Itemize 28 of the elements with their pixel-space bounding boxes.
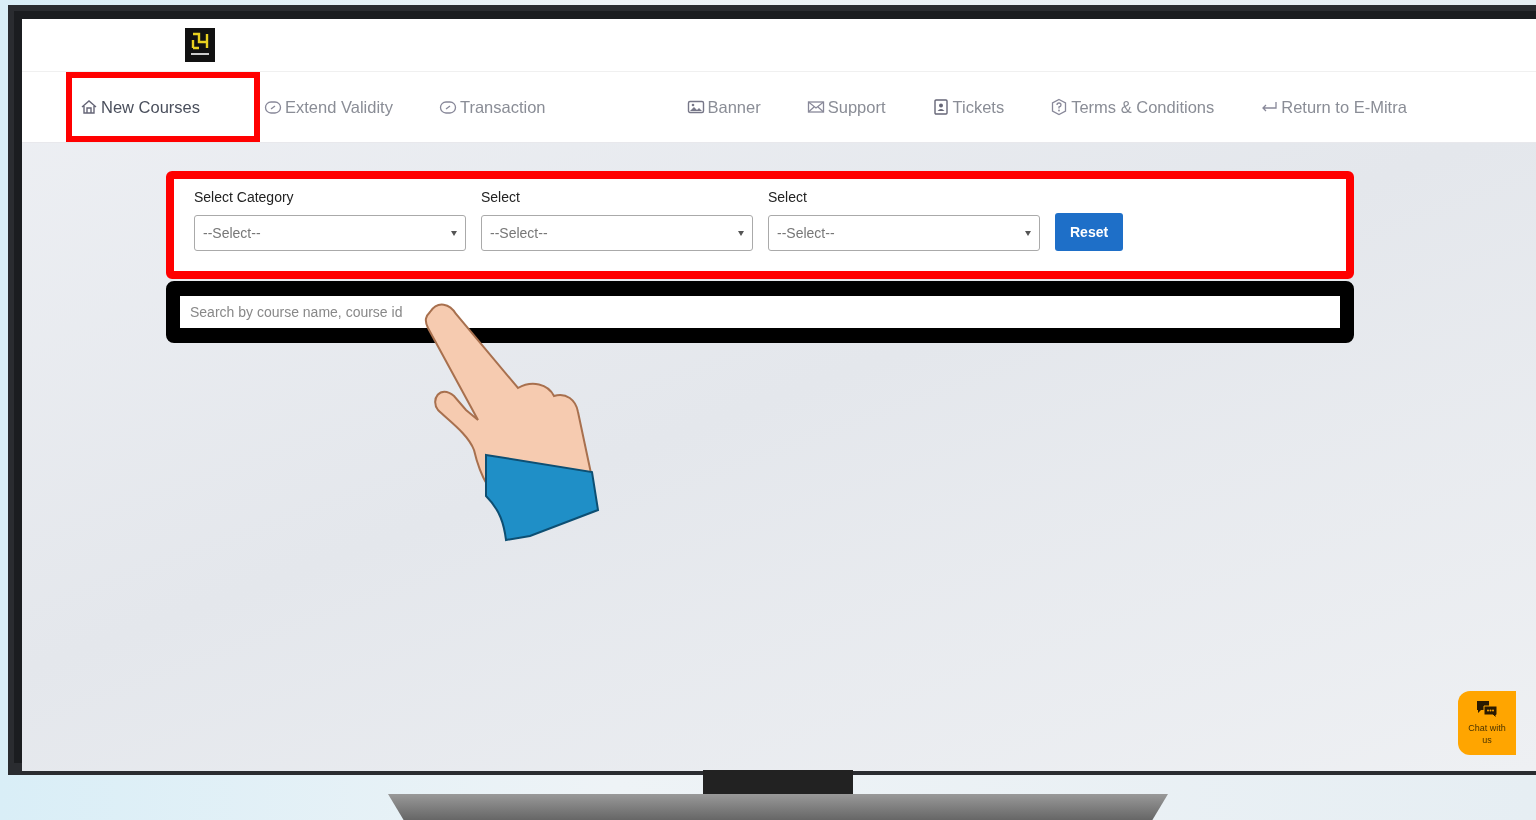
caret-icon	[738, 230, 744, 236]
nav-tab[interactable]: Support	[792, 72, 900, 142]
nav-tab[interactable]: Return to E-Mitra	[1246, 72, 1421, 142]
logo-icon	[185, 28, 215, 62]
chat-button[interactable]: Chat with us	[1458, 691, 1516, 755]
home-icon	[80, 98, 98, 116]
help-icon	[1050, 98, 1069, 116]
caret-icon	[451, 230, 457, 236]
nav-tab[interactable]: Terms & Conditions	[1036, 72, 1229, 142]
search-field[interactable]: Search by course name, course id	[180, 296, 1340, 328]
envelope-icon	[806, 98, 825, 116]
caret-icon	[1025, 230, 1031, 236]
image-icon	[686, 98, 705, 116]
field-label: Select	[768, 189, 808, 205]
nav-tab[interactable]: Tickets	[917, 72, 1019, 142]
chat-bubbles-icon	[1476, 700, 1498, 720]
reset-button[interactable]: Reset	[1055, 213, 1124, 251]
nav-tab[interactable]: Banner	[672, 72, 775, 142]
select-dropdown[interactable]: --Select--	[481, 215, 753, 251]
field-label: Select	[481, 189, 521, 205]
select-dropdown[interactable]: --Select--	[768, 215, 1040, 251]
field-label: Select Category	[194, 189, 295, 205]
gauge-icon	[264, 98, 282, 116]
id-card-icon	[931, 98, 950, 116]
nav-tab[interactable]: New Courses	[66, 72, 260, 142]
nav-tab[interactable]: Transaction	[424, 72, 560, 142]
gauge-icon	[438, 98, 457, 116]
select-dropdown[interactable]: --Select--	[194, 215, 466, 251]
